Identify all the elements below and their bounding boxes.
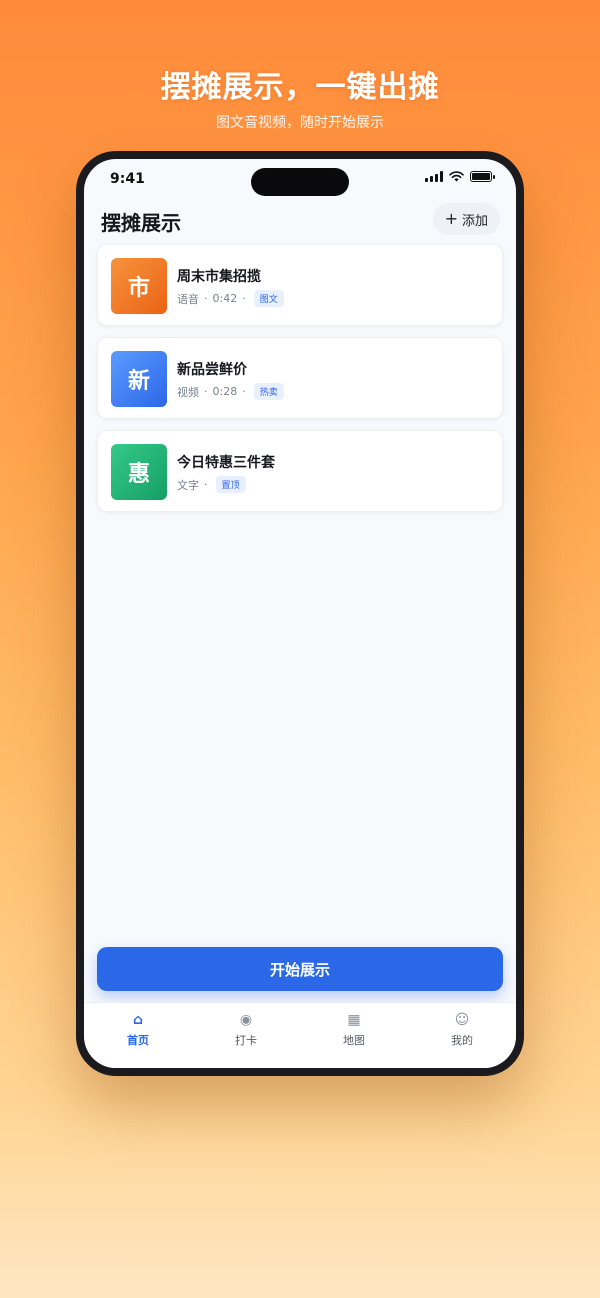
tab-home[interactable]: ⌂ 首页	[84, 1003, 192, 1068]
item-thumbnail: 市	[111, 258, 167, 314]
tab-label: 地图	[343, 1034, 365, 1047]
tab-bar: ⌂ 首页 ◉ 打卡 ▦ 地图 ☺ 我的	[84, 1002, 516, 1068]
signal-icon	[425, 171, 443, 182]
item-thumbnail: 惠	[111, 444, 167, 500]
hero-title: 摆摊展示，一键出摊	[160, 70, 440, 105]
tab-label: 打卡	[235, 1034, 257, 1047]
item-title: 今日特惠三件套	[177, 455, 275, 471]
grid-icon: ▦	[347, 1012, 361, 1028]
dynamic-island	[251, 168, 349, 196]
battery-icon	[470, 171, 495, 182]
item-tag: 置顶	[215, 476, 246, 493]
display-list: 市 周末市集招揽 语音 · 0:42 · 图文 新 新品尝鲜价 视频 · 0:28 · …	[97, 244, 503, 523]
wifi-icon	[449, 171, 464, 182]
item-tag: 热卖	[253, 383, 284, 400]
item-title: 新品尝鲜价	[177, 362, 247, 378]
item-duration: 0:28	[212, 385, 238, 398]
list-item[interactable]: 惠 今日特惠三件套 文字 · 置顶	[97, 430, 503, 512]
item-type: 视频	[177, 385, 199, 399]
item-type: 文字	[177, 478, 199, 492]
smile-icon: ☺	[454, 1012, 470, 1028]
item-tag: 图文	[253, 290, 284, 307]
item-type: 语音	[177, 292, 199, 306]
item-meta: 视频 · 0:28 · 热卖	[177, 383, 284, 400]
item-thumbnail: 新	[111, 351, 167, 407]
list-item[interactable]: 市 周末市集招揽 语音 · 0:42 · 图文	[97, 244, 503, 326]
target-icon: ◉	[239, 1012, 253, 1028]
item-duration: 0:42	[212, 292, 238, 305]
tab-profile[interactable]: ☺ 我的	[408, 1003, 516, 1068]
tab-label: 首页	[127, 1034, 149, 1047]
home-icon: ⌂	[132, 1012, 144, 1028]
tab-map[interactable]: ▦ 地图	[300, 1003, 408, 1068]
item-meta: 文字 · 置顶	[177, 476, 246, 493]
status-icons	[425, 171, 495, 182]
hero-subtitle: 图文音视频，随时开始展示	[216, 115, 384, 131]
add-button-label: 添加	[461, 213, 488, 229]
phone-screen: 9:41 摆摊展示 + 添加 市 周末市集招揽 语音 · 0:42 · 图文 新…	[84, 159, 516, 1068]
start-display-button[interactable]: 开始展示	[97, 947, 503, 991]
phone-frame: 9:41 摆摊展示 + 添加 市 周末市集招揽 语音 · 0:42 · 图文 新…	[76, 151, 524, 1076]
tab-label: 我的	[451, 1034, 473, 1047]
item-meta: 语音 · 0:42 · 图文	[177, 290, 284, 307]
item-title: 周末市集招揽	[177, 269, 261, 285]
status-time: 9:41	[110, 171, 145, 187]
tab-checkin[interactable]: ◉ 打卡	[192, 1003, 300, 1068]
page-title: 摆摊展示	[101, 211, 181, 235]
add-button[interactable]: + 添加	[432, 203, 500, 235]
list-item[interactable]: 新 新品尝鲜价 视频 · 0:28 · 热卖	[97, 337, 503, 419]
plus-icon: +	[444, 209, 458, 228]
